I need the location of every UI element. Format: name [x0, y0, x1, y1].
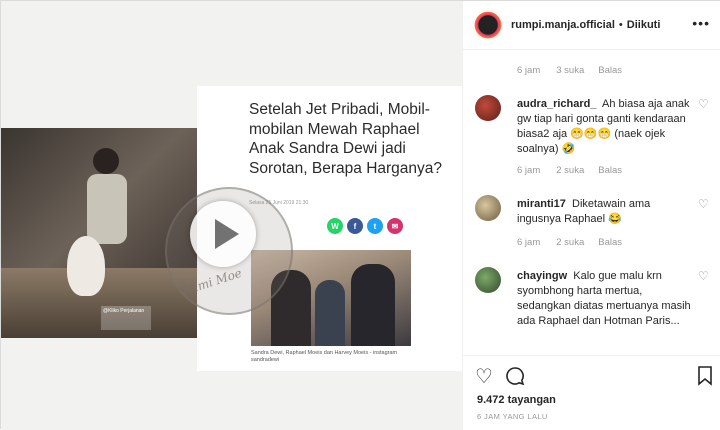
comment-text: miranti17 Diketawain ama ingusnya Raphae…: [517, 197, 695, 227]
comment-username[interactable]: audra_richard_: [517, 98, 596, 110]
comment-text: chayingw Kalo gue malu krn syombhong har…: [517, 269, 695, 329]
facebook-icon: f: [347, 218, 363, 234]
comment-likes[interactable]: 3 suka: [556, 65, 584, 76]
heart-icon[interactable]: ♡: [698, 269, 709, 283]
child-body: [87, 174, 127, 244]
avatar[interactable]: [475, 267, 501, 293]
comment-meta: 6 jam 2 suka Balas: [517, 237, 622, 248]
separator-dot: •: [618, 19, 623, 31]
comment-username[interactable]: chayingw: [517, 270, 567, 282]
comment-likes[interactable]: 2 suka: [556, 237, 584, 248]
avatar[interactable]: [475, 95, 501, 121]
cockatoo-figure: [67, 236, 105, 296]
avatar[interactable]: [475, 195, 501, 221]
more-icon[interactable]: •••: [692, 15, 710, 31]
comment-meta: 6 jam 3 suka Balas: [517, 65, 622, 76]
share-buttons: W f t ✉: [327, 218, 403, 234]
view-count[interactable]: 9.472 tayangan: [477, 394, 556, 406]
comment-meta: 6 jam 2 suka Balas: [517, 165, 622, 176]
instagram-post: @Kliko Perjalanan Setelah Jet Pribadi, M…: [0, 0, 720, 430]
comment-icon[interactable]: [505, 366, 525, 386]
comment-username[interactable]: miranti17: [517, 198, 566, 210]
play-icon[interactable]: [190, 201, 256, 267]
comments-panel: rumpi.manja.official • Diikuti ••• 6 jam…: [462, 1, 720, 430]
post-timestamp[interactable]: 6 JAM YANG LALU: [477, 412, 548, 421]
comment-list[interactable]: 6 jam 3 suka Balas audra_richard_ Ah bia…: [463, 51, 720, 355]
child-head: [93, 148, 119, 174]
person-figure: [315, 280, 345, 346]
post-actions: ♡ 9.472 tayangan 6 JAM YANG LALU: [463, 355, 720, 430]
reply-button[interactable]: Balas: [598, 65, 622, 76]
person-figure: [351, 264, 395, 346]
post-header: rumpi.manja.official • Diikuti •••: [463, 1, 720, 50]
comment-time: 6 jam: [517, 165, 541, 176]
follow-status[interactable]: Diikuti: [627, 19, 661, 31]
comment-likes[interactable]: 2 suka: [556, 165, 584, 176]
comment-text: audra_richard_ Ah biasa aja anak gw tiap…: [517, 97, 695, 157]
video-media[interactable]: @Kliko Perjalanan Setelah Jet Pribadi, M…: [1, 1, 462, 430]
comment-time: 6 jam: [517, 65, 541, 76]
heart-icon[interactable]: ♡: [698, 197, 709, 211]
avatar[interactable]: [473, 10, 503, 40]
article-title: Setelah Jet Pribadi, Mobil-mobilan Mewah…: [249, 101, 443, 177]
twitter-icon: t: [367, 218, 383, 234]
message-icon: ✉: [387, 218, 403, 234]
photo-caption: Sandra Dewi, Raphael Moeis dan Harvey Mo…: [251, 350, 398, 363]
reply-button[interactable]: Balas: [598, 237, 622, 248]
reply-button[interactable]: Balas: [598, 165, 622, 176]
whatsapp-icon: W: [327, 218, 343, 234]
username[interactable]: rumpi.manja.official: [511, 19, 615, 31]
bookmark-icon[interactable]: [697, 366, 713, 386]
watermark-text: Mimi Moe: [180, 265, 244, 299]
heart-icon[interactable]: ♡: [475, 364, 493, 389]
video-overlay-text: @Kliko Perjalanan: [101, 306, 151, 330]
comment-time: 6 jam: [517, 237, 541, 248]
heart-icon[interactable]: ♡: [698, 97, 709, 111]
